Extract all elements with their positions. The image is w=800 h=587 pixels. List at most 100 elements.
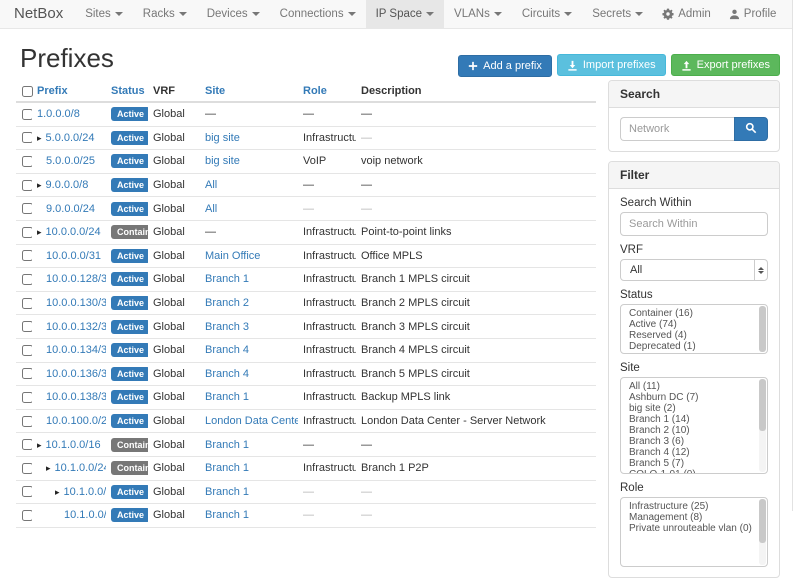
site-link[interactable]: London Data Center xyxy=(205,415,298,427)
row-checkbox[interactable] xyxy=(22,298,32,309)
expand-arrow-icon[interactable]: ▸ xyxy=(37,441,42,451)
nav-item-devices[interactable]: Devices xyxy=(197,0,270,28)
row-checkbox[interactable] xyxy=(22,416,32,427)
role-option[interactable]: Management (8) xyxy=(629,512,755,523)
expand-arrow-icon[interactable]: ▸ xyxy=(37,181,42,191)
prefix-link[interactable]: 10.0.0.128/31 xyxy=(46,273,106,285)
brand-netbox[interactable]: NetBox xyxy=(0,0,75,28)
export-prefixes-button[interactable]: Export prefixes xyxy=(671,54,780,76)
site-link[interactable]: All xyxy=(205,203,217,215)
column-header-site[interactable]: Site xyxy=(200,80,298,102)
row-checkbox[interactable] xyxy=(22,392,32,403)
prefix-link[interactable]: 10.1.0.0/26 xyxy=(64,509,106,521)
site-option[interactable]: Branch 3 (6) xyxy=(629,436,755,447)
site-link[interactable]: Branch 1 xyxy=(205,273,249,285)
site-option[interactable]: Branch 2 (10) xyxy=(629,425,755,436)
scrollbar-thumb[interactable] xyxy=(759,306,766,352)
nav-item-sites[interactable]: Sites xyxy=(75,0,133,28)
prefix-link[interactable]: 10.0.0.138/31 xyxy=(46,391,106,403)
row-checkbox[interactable] xyxy=(22,345,32,356)
vrf-select[interactable]: All xyxy=(620,259,768,281)
prefix-link[interactable]: 5.0.0.0/24 xyxy=(46,132,95,144)
expand-arrow-icon[interactable]: ▸ xyxy=(46,464,51,474)
nav-item-vlans[interactable]: VLANs xyxy=(444,0,512,28)
row-checkbox[interactable] xyxy=(22,486,32,497)
nav-item-connections[interactable]: Connections xyxy=(270,0,366,28)
row-checkbox[interactable] xyxy=(22,156,32,167)
site-option[interactable]: Branch 1 (14) xyxy=(629,414,755,425)
scrollbar-thumb[interactable] xyxy=(759,499,766,543)
prefix-link[interactable]: 10.0.100.0/24 xyxy=(46,415,106,427)
row-checkbox[interactable] xyxy=(22,439,32,450)
prefix-link[interactable]: 9.0.0.0/8 xyxy=(46,179,89,191)
site-link[interactable]: Branch 4 xyxy=(205,344,249,356)
row-checkbox[interactable] xyxy=(22,274,32,285)
expand-arrow-icon[interactable]: ▸ xyxy=(37,228,42,238)
row-checkbox[interactable] xyxy=(22,109,32,120)
row-checkbox[interactable] xyxy=(22,250,32,261)
scrollbar-thumb[interactable] xyxy=(759,379,766,431)
prefix-link[interactable]: 10.1.0.0/24 xyxy=(55,462,106,474)
row-checkbox[interactable] xyxy=(22,227,32,238)
search-input[interactable] xyxy=(620,117,734,141)
site-link[interactable]: All xyxy=(205,179,217,191)
column-header-status[interactable]: Status xyxy=(106,80,148,102)
nav-item-profile[interactable]: Profile xyxy=(720,0,786,28)
nav-item-secrets[interactable]: Secrets xyxy=(582,0,653,28)
nav-item-racks[interactable]: Racks xyxy=(133,0,197,28)
prefix-link[interactable]: 10.0.0.134/31 xyxy=(46,344,106,356)
site-listbox[interactable]: All (11)Ashburn DC (7)big site (2)Branch… xyxy=(620,377,768,474)
column-header-role[interactable]: Role xyxy=(298,80,356,102)
row-checkbox[interactable] xyxy=(22,321,32,332)
site-link[interactable]: big site xyxy=(205,132,240,144)
site-option[interactable]: Branch 5 (7) xyxy=(629,458,755,469)
prefix-link[interactable]: 10.1.0.0/16 xyxy=(46,439,101,451)
row-checkbox[interactable] xyxy=(22,510,32,521)
expand-arrow-icon[interactable]: ▸ xyxy=(55,488,60,498)
status-option[interactable]: Container (16) xyxy=(629,308,755,319)
select-all-checkbox[interactable] xyxy=(22,86,33,97)
row-checkbox[interactable] xyxy=(22,203,32,214)
site-link[interactable]: Branch 2 xyxy=(205,297,249,309)
status-option[interactable]: Deprecated (1) xyxy=(629,341,755,352)
site-link[interactable]: Branch 1 xyxy=(205,462,249,474)
site-option[interactable]: All (11) xyxy=(629,381,755,392)
site-link[interactable]: Branch 1 xyxy=(205,509,249,521)
site-link[interactable]: Branch 4 xyxy=(205,368,249,380)
role-option[interactable]: Private unrouteable vlan (0) xyxy=(629,523,755,534)
row-checkbox[interactable] xyxy=(22,463,32,474)
site-option[interactable]: Ashburn DC (7) xyxy=(629,392,755,403)
role-option[interactable]: Infrastructure (25) xyxy=(629,501,755,512)
prefix-link[interactable]: 10.1.0.0/25 xyxy=(64,486,106,498)
prefix-link[interactable]: 10.0.0.130/31 xyxy=(46,297,106,309)
prefix-link[interactable]: 5.0.0.0/25 xyxy=(46,155,95,167)
browser-scrollbar[interactable] xyxy=(792,0,800,511)
site-link[interactable]: Branch 1 xyxy=(205,486,249,498)
site-link[interactable]: Branch 1 xyxy=(205,439,249,451)
import-prefixes-button[interactable]: Import prefixes xyxy=(557,54,666,76)
add-a-prefix-button[interactable]: Add a prefix xyxy=(458,55,552,77)
nav-item-admin[interactable]: Admin xyxy=(653,0,720,28)
column-header-prefix[interactable]: Prefix xyxy=(32,80,106,102)
site-link[interactable]: Main Office xyxy=(205,250,260,262)
status-option[interactable]: Reserved (4) xyxy=(629,330,755,341)
site-option[interactable]: big site (2) xyxy=(629,403,755,414)
site-link[interactable]: Branch 1 xyxy=(205,391,249,403)
status-listbox[interactable]: Container (16)Active (74)Reserved (4)Dep… xyxy=(620,304,768,354)
status-option[interactable]: Active (74) xyxy=(629,319,755,330)
prefix-link[interactable]: 10.0.0.0/31 xyxy=(46,250,101,262)
nav-item-ip-space[interactable]: IP Space xyxy=(366,0,444,28)
prefix-link[interactable]: 10.0.0.0/24 xyxy=(46,226,101,238)
site-link[interactable]: big site xyxy=(205,155,240,167)
row-checkbox[interactable] xyxy=(22,132,32,143)
prefix-link[interactable]: 9.0.0.0/24 xyxy=(46,203,95,215)
prefix-link[interactable]: 10.0.0.132/31 xyxy=(46,321,106,333)
search-within-input[interactable] xyxy=(620,212,768,236)
row-checkbox[interactable] xyxy=(22,180,32,191)
prefix-link[interactable]: 1.0.0.0/8 xyxy=(37,108,80,120)
site-option[interactable]: COLO-1-01 (0) xyxy=(629,469,755,474)
site-option[interactable]: Branch 4 (12) xyxy=(629,447,755,458)
row-checkbox[interactable] xyxy=(22,368,32,379)
prefix-link[interactable]: 10.0.0.136/31 xyxy=(46,368,106,380)
nav-item-circuits[interactable]: Circuits xyxy=(512,0,582,28)
